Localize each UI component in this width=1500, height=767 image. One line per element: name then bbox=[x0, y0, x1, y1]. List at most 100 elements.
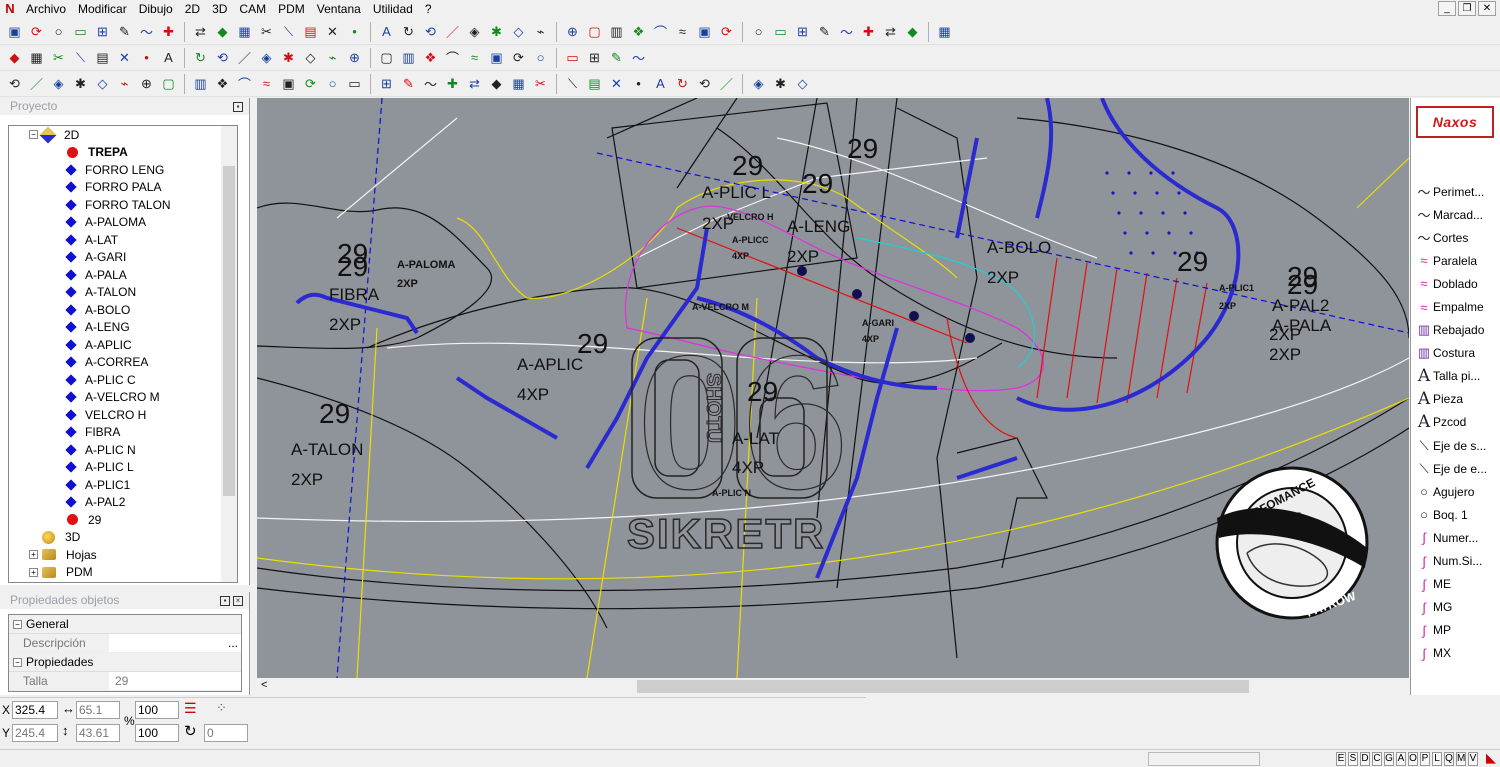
expand-icon[interactable]: + bbox=[29, 550, 38, 560]
page-icon[interactable]: ⊞ bbox=[792, 21, 813, 42]
canvas-label[interactable]: 4XP bbox=[732, 251, 749, 261]
collapse-icon[interactable]: − bbox=[13, 657, 22, 667]
tree-item[interactable]: A-GARI bbox=[9, 249, 237, 267]
zoom-in-icon[interactable]: ⟍ bbox=[70, 47, 91, 68]
menu-item[interactable]: PDM bbox=[272, 0, 311, 18]
ruler-icon[interactable]: • bbox=[136, 47, 157, 68]
text-icon[interactable]: ⊕ bbox=[562, 21, 583, 42]
tree-item[interactable]: FORRO TALON bbox=[9, 196, 237, 214]
close-icon[interactable]: × bbox=[233, 595, 243, 606]
redo-icon[interactable]: ✎ bbox=[114, 21, 135, 42]
node-icon[interactable]: ✱ bbox=[486, 21, 507, 42]
film-icon[interactable]: ◈ bbox=[748, 73, 769, 94]
ellipsis-button[interactable]: ... bbox=[225, 636, 241, 650]
tool-me[interactable]: ∫ ME bbox=[1415, 573, 1500, 596]
tool-marcad[interactable]: 〜 Marcad... bbox=[1415, 203, 1500, 226]
pin-icon[interactable]: ▪ bbox=[220, 595, 230, 606]
grid-icon[interactable]: ✱ bbox=[278, 47, 299, 68]
status-toggle[interactable]: V bbox=[1468, 752, 1478, 766]
point-icon[interactable]: ↻ bbox=[398, 21, 419, 42]
tree-item[interactable]: A-PLIC L bbox=[9, 459, 237, 477]
curve-e-icon[interactable]: ◇ bbox=[92, 73, 113, 94]
info-icon[interactable]: ▭ bbox=[70, 21, 91, 42]
tool-talla-pi[interactable]: A Talla pi... bbox=[1415, 365, 1500, 388]
status-toggle[interactable]: E bbox=[1336, 752, 1346, 766]
arrow-up-icon[interactable]: ▢ bbox=[376, 47, 397, 68]
tool-perimet[interactable]: 〜 Perimet... bbox=[1415, 180, 1500, 203]
canvas-label[interactable]: A-TALON bbox=[291, 440, 363, 459]
status-toggle[interactable]: A bbox=[1396, 752, 1406, 766]
collapse-icon[interactable]: − bbox=[13, 619, 22, 629]
help-icon[interactable]: ↻ bbox=[190, 47, 211, 68]
mark-icon[interactable]: ⟳ bbox=[716, 21, 737, 42]
color-icon[interactable]: ◆ bbox=[212, 21, 233, 42]
points-icon[interactable]: ⁘ bbox=[216, 700, 227, 716]
rotate-icon[interactable]: ▢ bbox=[158, 73, 179, 94]
cut-icon[interactable]: ✎ bbox=[814, 21, 835, 42]
tree-item[interactable]: A-PLIC N bbox=[9, 441, 237, 459]
canvas-label[interactable]: 29 bbox=[337, 251, 368, 282]
snap-icon[interactable]: ◈ bbox=[464, 21, 485, 42]
canvas-label[interactable]: 29 bbox=[802, 168, 833, 199]
canvas-label[interactable]: A-LAT bbox=[732, 429, 779, 448]
status-toggle[interactable]: P bbox=[1420, 752, 1430, 766]
measure-h-icon[interactable]: ▭ bbox=[562, 47, 583, 68]
rectangle-icon[interactable]: ⌒ bbox=[650, 21, 671, 42]
menu-item[interactable]: Dibujo bbox=[133, 0, 179, 18]
horizontal-scrollbar[interactable]: < bbox=[257, 678, 1409, 695]
move-cross-icon[interactable]: 〜 bbox=[836, 21, 857, 42]
dx-input[interactable] bbox=[76, 701, 120, 719]
curve-b-icon[interactable]: ／ bbox=[26, 73, 47, 94]
canvas-label[interactable]: 2XP bbox=[1269, 325, 1301, 344]
layers-icon[interactable]: ⇄ bbox=[190, 21, 211, 42]
tool-rebajado[interactable]: ▥ Rebajado bbox=[1415, 319, 1500, 342]
cursor-icon[interactable]: ✎ bbox=[606, 47, 627, 68]
tree-item[interactable]: FIBRA bbox=[9, 424, 237, 442]
group-icon[interactable]: ✂ bbox=[530, 73, 551, 94]
array-icon[interactable]: ≈ bbox=[256, 73, 277, 94]
canvas-label[interactable]: 29 bbox=[847, 133, 878, 164]
align-icon[interactable]: ☰ bbox=[184, 700, 197, 717]
render-icon[interactable]: ✱ bbox=[770, 73, 791, 94]
undo-icon[interactable]: ⊞ bbox=[92, 21, 113, 42]
table-icon[interactable]: ◇ bbox=[300, 47, 321, 68]
tree-item[interactable]: A-PLIC1 bbox=[9, 476, 237, 494]
tangent-icon[interactable]: ▥ bbox=[606, 21, 627, 42]
status-toggle[interactable]: L bbox=[1432, 752, 1442, 766]
tree-item[interactable]: + PDM bbox=[9, 564, 237, 582]
tree-item[interactable]: 29 bbox=[9, 511, 237, 529]
canvas-label[interactable]: A-PLIC N bbox=[712, 488, 751, 498]
move-icon[interactable]: ⟍ bbox=[278, 21, 299, 42]
canvas-label[interactable]: 2XP bbox=[1269, 345, 1301, 364]
paste-icon[interactable]: ❖ bbox=[212, 73, 233, 94]
canvas-label[interactable]: A-PALOMA bbox=[397, 259, 456, 271]
canvas-label[interactable]: A-PAL2 bbox=[1272, 296, 1329, 315]
cut-tool-icon[interactable]: ⌒ bbox=[234, 73, 255, 94]
tree-item[interactable]: A-PALA bbox=[9, 266, 237, 284]
collapse-icon[interactable]: − bbox=[29, 130, 38, 140]
connect-icon[interactable]: ⇄ bbox=[880, 21, 901, 42]
menu-item[interactable]: 2D bbox=[179, 0, 206, 18]
canvas-label[interactable]: 2XP bbox=[397, 278, 418, 290]
tree-item[interactable]: A-CORREA bbox=[9, 354, 237, 372]
canvas-label[interactable]: 29 bbox=[1177, 246, 1208, 277]
tool-doblado[interactable]: ≈ Doblado bbox=[1415, 272, 1500, 295]
menu-item[interactable]: ? bbox=[419, 0, 438, 18]
canvas-label[interactable]: A-PLIC L bbox=[702, 183, 771, 202]
shape-icon[interactable]: ✂ bbox=[48, 47, 69, 68]
y-coord-input[interactable] bbox=[12, 724, 58, 742]
cross-icon[interactable]: ⟳ bbox=[508, 47, 529, 68]
rect-icon[interactable]: ⌁ bbox=[530, 21, 551, 42]
circle-tool-icon[interactable]: ❖ bbox=[420, 47, 441, 68]
tree-item[interactable]: + Hojas bbox=[9, 546, 237, 564]
ellipse-icon[interactable]: ⌁ bbox=[114, 73, 135, 94]
explode-icon[interactable]: ▦ bbox=[508, 73, 529, 94]
zigzag-icon[interactable]: ▣ bbox=[694, 21, 715, 42]
new-file-icon[interactable]: ▣ bbox=[4, 21, 25, 42]
line-icon[interactable]: • bbox=[344, 21, 365, 42]
search-icon[interactable]: A bbox=[650, 73, 671, 94]
tool-mx[interactable]: ∫ MX bbox=[1415, 642, 1500, 665]
tool-agujero[interactable]: ○ Agujero bbox=[1415, 480, 1500, 503]
target-icon[interactable]: ⊕ bbox=[136, 73, 157, 94]
canvas-label[interactable]: A-PLICC bbox=[732, 235, 769, 245]
